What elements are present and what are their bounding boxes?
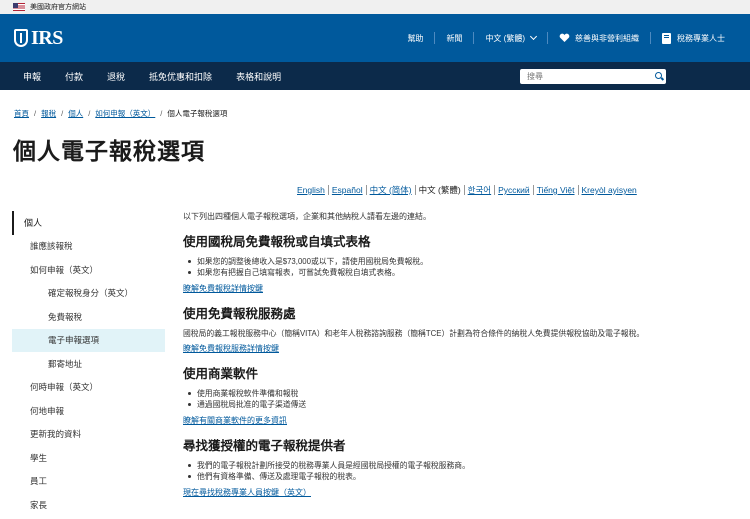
list-item: 他們有資格準備、傳送及處理電子報稅的稅表。 xyxy=(183,471,663,482)
section-free-tax-help: 使用免費報稅服務處 國稅局的義工報稅服務中心（簡稱VITA）和老年人稅務諮詢服務… xyxy=(183,303,663,363)
language-selector-label: 中文 (繁體) xyxy=(485,33,525,43)
search-box xyxy=(520,68,666,84)
search-icon[interactable] xyxy=(652,70,666,83)
lang-vietnamese[interactable]: Tiếng Việt xyxy=(537,185,575,195)
free-file-details-link[interactable]: 瞭解免費報稅詳情按鍵 xyxy=(183,283,263,294)
section-heading: 使用免費報稅服務處 xyxy=(183,307,296,321)
nav-file[interactable]: 申報 xyxy=(23,70,41,83)
sidebar-item-individuals[interactable]: 個人 xyxy=(12,211,165,235)
sidebar-item-update-info[interactable]: 更新我的資料 xyxy=(12,423,165,447)
sidebar-item-mailing-address[interactable]: 郵寄地址 xyxy=(12,352,165,376)
top-header: IRS 幫助 新聞 中文 (繁體) 慈善與非營利組織 稅務專業人士 xyxy=(0,14,750,62)
commercial-software-link[interactable]: 瞭解有關商業軟件的更多資訊 xyxy=(183,415,287,426)
lang-chinese-traditional: 中文 (繁體) xyxy=(418,185,461,195)
section-paragraph: 國稅局的義工報稅服務中心（簡稱VITA）和老年人稅務諮詢服務（簡稱TCE）計劃為… xyxy=(183,329,645,338)
list-item: 通過國稅局批准的電子渠道傳送 xyxy=(183,399,663,410)
breadcrumb-file[interactable]: 報稅 xyxy=(41,108,56,119)
handshake-heart-icon xyxy=(559,33,570,42)
sidebar-item-where-to-file[interactable]: 何地申報 xyxy=(12,399,165,423)
lang-chinese-simplified[interactable]: 中文 (简体) xyxy=(370,184,412,196)
sidebar-item-filing-status[interactable]: 確定報稅身分（英文） xyxy=(12,282,165,306)
nav-credits-deductions[interactable]: 抵免优惠和扣除 xyxy=(149,70,212,83)
search-input[interactable] xyxy=(527,71,652,81)
briefcase-icon xyxy=(662,32,671,44)
sidebar-item-when-to-file[interactable]: 何時申報（英文） xyxy=(12,376,165,400)
nav-refunds[interactable]: 退稅 xyxy=(107,70,125,83)
section-commercial-software: 使用商業軟件 使用商業報稅軟件準備和報稅 通過國稅局批准的電子渠道傳送 瞭解有關… xyxy=(183,363,663,435)
lang-spanish[interactable]: Español xyxy=(332,185,363,195)
section-heading: 尋找獲授權的電子報稅提供者 xyxy=(183,439,346,453)
list-item: 我們的電子報稅計劃所接受的稅務專業人員是經國稅局授權的電子報稅服務商。 xyxy=(183,460,663,471)
utility-links: 幫助 新聞 中文 (繁體) 慈善與非營利組織 稅務專業人士 xyxy=(396,32,736,44)
breadcrumb-home[interactable]: 首頁 xyxy=(14,108,29,119)
section-heading: 使用國稅局免費報稅或自填式表格 xyxy=(183,235,371,249)
page-title: 個人電子報稅選項 xyxy=(13,138,205,164)
sidebar-item-employees[interactable]: 員工 xyxy=(12,470,165,494)
logo-text: IRS xyxy=(31,26,63,49)
breadcrumb: 首頁 / 報稅 / 個人 / 如何申報（英文） / 個人電子報稅選項 xyxy=(14,108,228,119)
lang-haitian-creole[interactable]: Kreyòl ayisyen xyxy=(582,185,637,195)
intro-text: 以下列出四種個人電子報稅選項，企業和其他納稅人請看左邊的連結。 xyxy=(183,212,431,221)
sidebar-item-e-file-options[interactable]: 電子申報選項 xyxy=(12,328,165,352)
find-tax-pro-link[interactable]: 現在尋找稅務專業人員按鍵（英文） xyxy=(183,487,311,498)
section-authorized-provider: 尋找獲授權的電子報稅提供者 我們的電子報稅計劃所接受的稅務專業人員是經國稅局授權… xyxy=(183,435,663,507)
section-heading: 使用商業軟件 xyxy=(183,367,259,381)
language-links: English Español 中文 (简体) 中文 (繁體) 한국어 Русс… xyxy=(297,184,637,196)
charities-link[interactable]: 慈善與非營利組織 xyxy=(548,33,650,44)
section-free-file: 使用國稅局免費報稅或自填式表格 如果您的調整後總收入是$73,000或以下，請使… xyxy=(183,231,663,303)
sidebar-item-who-should-file[interactable]: 誰應該報稅 xyxy=(12,235,165,259)
lang-russian[interactable]: Русский xyxy=(498,185,530,195)
main-content: 以下列出四種個人電子報稅選項，企業和其他納稅人請看左邊的連結。 使用國稅局免費報… xyxy=(183,211,663,507)
irs-logo[interactable]: IRS xyxy=(14,27,63,50)
us-flag-icon xyxy=(13,3,25,11)
list-item: 如果您的調整後總收入是$73,000或以下，請使用國稅局免費報稅。 xyxy=(183,256,663,267)
chevron-down-icon xyxy=(529,32,538,41)
sidebar-item-parents[interactable]: 家長 xyxy=(12,493,165,517)
breadcrumb-current: 個人電子報稅選項 xyxy=(167,109,228,118)
charities-link-label: 慈善與非營利組織 xyxy=(575,33,639,43)
lang-english[interactable]: English xyxy=(297,185,325,195)
free-tax-help-link[interactable]: 瞭解免費報稅服務詳情按鍵 xyxy=(183,343,279,354)
gov-banner-text: 美國政府官方網站 xyxy=(30,4,86,11)
nav-forms-instructions[interactable]: 表格和說明 xyxy=(236,70,281,83)
sidebar-item-free-file[interactable]: 免費報稅 xyxy=(12,305,165,329)
gov-banner: 美國政府官方網站 xyxy=(0,0,750,14)
tax-pros-link-label: 稅務專業人士 xyxy=(677,33,725,43)
list-item: 使用商業報稅軟件準備和報稅 xyxy=(183,388,663,399)
tax-pros-link[interactable]: 稅務專業人士 xyxy=(651,32,736,44)
eagle-logo-icon xyxy=(14,29,28,47)
help-link[interactable]: 幫助 xyxy=(396,33,434,44)
lang-korean[interactable]: 한국어 xyxy=(468,184,491,196)
breadcrumb-individuals[interactable]: 個人 xyxy=(68,108,83,119)
sidebar-item-how-to-file[interactable]: 如何申報（英文） xyxy=(12,258,165,282)
main-nav: 申報 付款 退稅 抵免优惠和扣除 表格和說明 xyxy=(0,62,750,90)
language-selector[interactable]: 中文 (繁體) xyxy=(474,32,547,44)
news-link[interactable]: 新聞 xyxy=(435,33,473,44)
breadcrumb-how-to-file[interactable]: 如何申報（英文） xyxy=(95,108,155,119)
list-item: 如果您有把握自己填寫報表，可嘗試免費報稅自填式表格。 xyxy=(183,267,663,278)
sidebar-nav: 個人 誰應該報稅 如何申報（英文） 確定報稅身分（英文） 免費報稅 電子申報選項… xyxy=(12,211,165,517)
sidebar-item-students[interactable]: 學生 xyxy=(12,446,165,470)
nav-pay[interactable]: 付款 xyxy=(65,70,83,83)
